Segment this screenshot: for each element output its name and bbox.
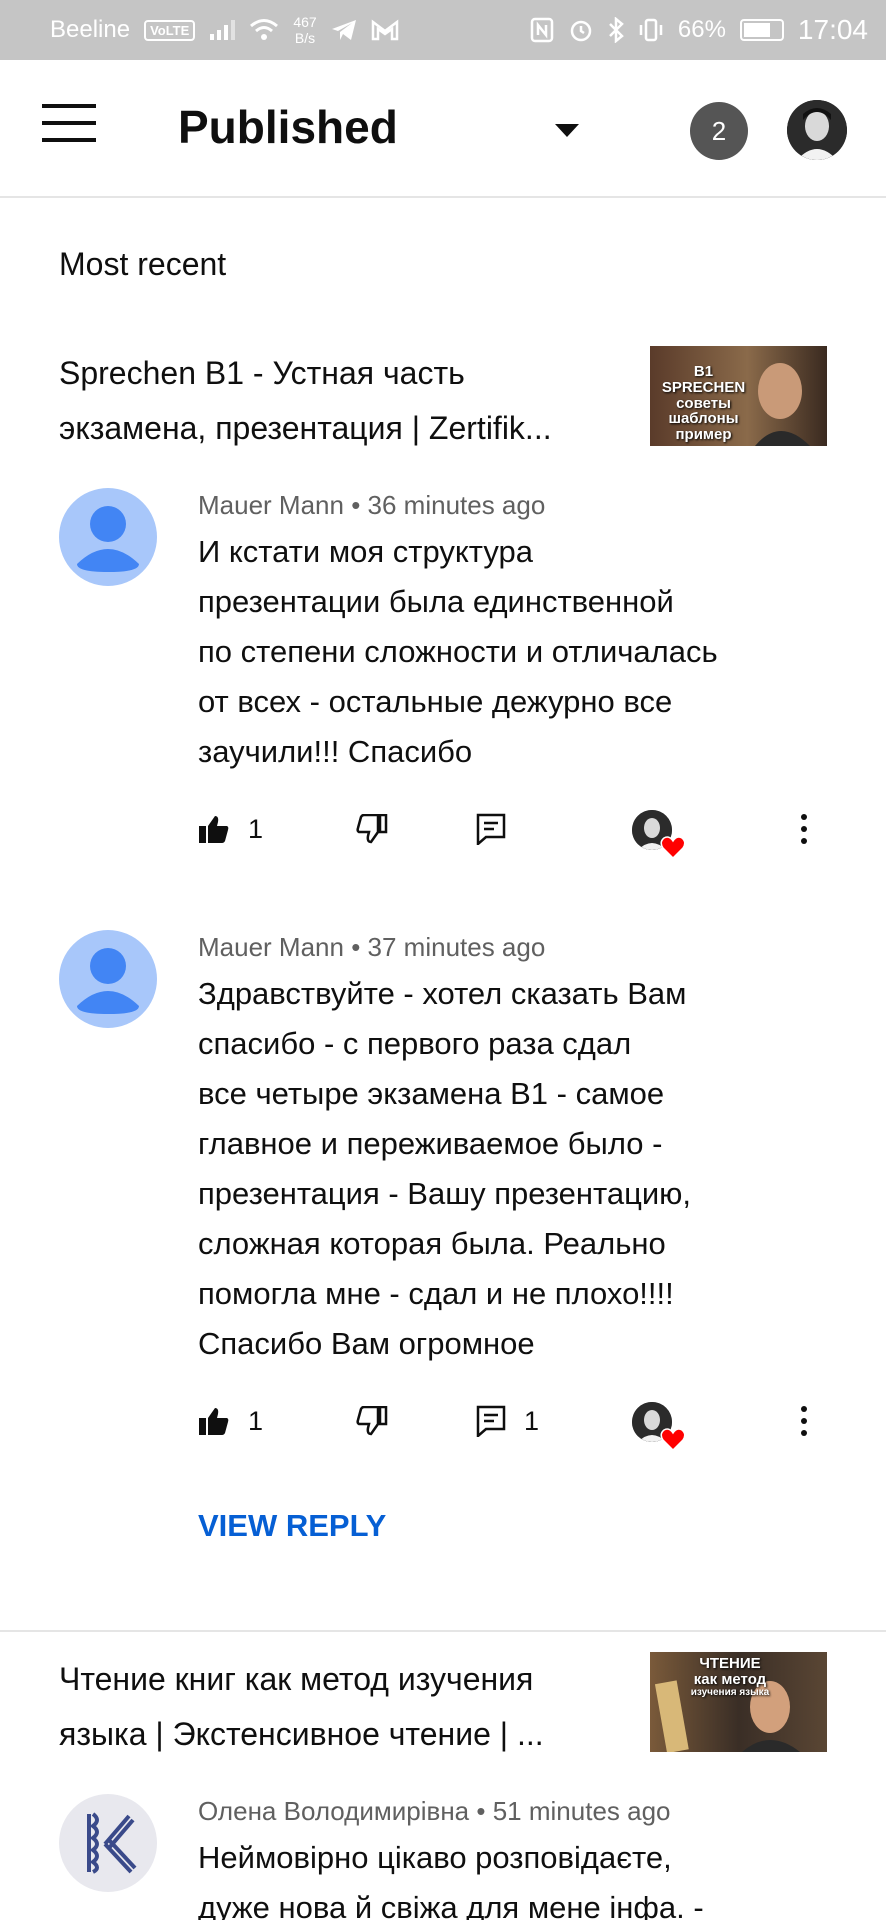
reply-icon xyxy=(476,1405,506,1437)
app-bar: Published 2 xyxy=(0,60,886,198)
like-button[interactable]: 1 xyxy=(198,806,263,852)
reply-button[interactable] xyxy=(476,806,506,852)
dislike-button[interactable] xyxy=(356,806,388,852)
separator-dot: • xyxy=(351,490,368,520)
like-count: 1 xyxy=(248,1405,264,1436)
signal-icon xyxy=(210,20,236,40)
network-speed: 467 B/s xyxy=(293,14,317,46)
thumbs-up-icon xyxy=(199,816,229,843)
dislike-button[interactable] xyxy=(356,1398,388,1444)
comment-meta: Mauer Mann • 36 minutes ago xyxy=(198,490,545,521)
notification-badge[interactable]: 2 xyxy=(690,102,748,160)
thumb-caption: пример xyxy=(675,426,732,443)
video-thumbnail[interactable]: ЧТЕНИЕ как метод изучения языка xyxy=(650,1652,827,1752)
comment-text: Неймовірно цікаво розповідаєте, дуже нов… xyxy=(198,1840,704,1920)
reply-button[interactable]: 1 xyxy=(476,1398,539,1444)
creator-heart-badge[interactable] xyxy=(632,810,686,860)
thumbs-down-icon xyxy=(356,1406,388,1436)
comment-time: 51 minutes ago xyxy=(492,1796,671,1826)
separator-dot: • xyxy=(351,932,368,962)
thumbs-up-icon xyxy=(199,1408,229,1435)
sort-label: Most recent xyxy=(59,246,227,282)
carrier-label: Beeline xyxy=(50,16,131,43)
bluetooth-icon xyxy=(608,17,624,43)
person-photo-icon xyxy=(787,100,847,160)
comment-text: Здравствуйте - хотел сказать Вам спасибо… xyxy=(198,976,692,1361)
alarm-icon xyxy=(570,20,592,42)
comment-time: 36 minutes ago xyxy=(367,490,546,520)
reply-count: 1 xyxy=(524,1405,540,1436)
thumb-caption: советы xyxy=(676,394,731,412)
heart-icon xyxy=(660,836,686,860)
battery-percent: 66% xyxy=(677,16,726,43)
battery-icon xyxy=(739,19,784,41)
like-button[interactable]: 1 xyxy=(198,1398,263,1444)
telegram-icon xyxy=(331,20,356,40)
comment-author[interactable]: Олена Володимирівна xyxy=(198,1796,469,1826)
commenter-avatar[interactable] xyxy=(59,1794,157,1892)
view-reply-button[interactable]: VIEW REPLY xyxy=(198,1508,386,1544)
divider xyxy=(0,1630,886,1632)
account-avatar[interactable] xyxy=(787,100,847,160)
thumb-caption: ЧТЕНИЕ xyxy=(699,1655,761,1672)
thumb-caption: B1 SPRECHEN xyxy=(661,363,746,396)
status-bar: Beeline VoLTE 467 B/s 66% 17:04 xyxy=(0,0,886,60)
gmail-icon xyxy=(371,19,398,41)
comment-text: И кстати моя структура презентации была … xyxy=(198,534,718,769)
volte-badge: VoLTE xyxy=(144,19,196,41)
video-title[interactable]: Чтение книг как метод изучения языка | Э… xyxy=(59,1652,619,1762)
menu-icon[interactable] xyxy=(42,104,96,144)
thumb-caption: как метод xyxy=(693,1670,767,1688)
vibrate-icon xyxy=(639,18,663,42)
video-thumbnail[interactable]: B1 SPRECHEN советы шаблоны пример xyxy=(650,346,827,446)
video-title[interactable]: Sprechen B1 - Устная часть экзамена, пре… xyxy=(59,346,619,456)
thumb-caption: изучения языка xyxy=(690,1686,770,1698)
heart-icon xyxy=(660,1428,686,1452)
more-options-icon[interactable] xyxy=(794,806,814,852)
creator-heart-badge[interactable] xyxy=(632,1402,686,1452)
comment-author[interactable]: Mauer Mann xyxy=(198,932,344,962)
nfc-icon xyxy=(530,17,554,43)
default-user-icon xyxy=(77,506,139,572)
commenter-avatar[interactable] xyxy=(59,930,157,1028)
reply-icon xyxy=(476,813,506,845)
more-options-icon[interactable] xyxy=(794,1398,814,1444)
thumbs-down-icon xyxy=(356,814,388,844)
default-user-icon xyxy=(77,948,139,1014)
commenter-avatar[interactable] xyxy=(59,488,157,586)
comment-author[interactable]: Mauer Mann xyxy=(198,490,344,520)
comment-meta: Олена Володимирівна • 51 minutes ago xyxy=(198,1796,671,1827)
letter-k-avatar-icon xyxy=(87,1812,137,1874)
comment-time: 37 minutes ago xyxy=(367,932,546,962)
comment-actions: 1 xyxy=(198,806,838,860)
separator-dot: • xyxy=(476,1796,493,1826)
like-count: 1 xyxy=(248,813,264,844)
comment-meta: Mauer Mann • 37 minutes ago xyxy=(198,932,545,963)
comment-actions: 1 1 xyxy=(198,1398,838,1452)
page-title[interactable]: Published xyxy=(178,100,398,154)
chevron-down-icon[interactable] xyxy=(555,124,579,137)
wifi-icon xyxy=(250,19,279,40)
thumb-caption: шаблоны xyxy=(668,410,739,428)
clock: 17:04 xyxy=(797,14,868,45)
